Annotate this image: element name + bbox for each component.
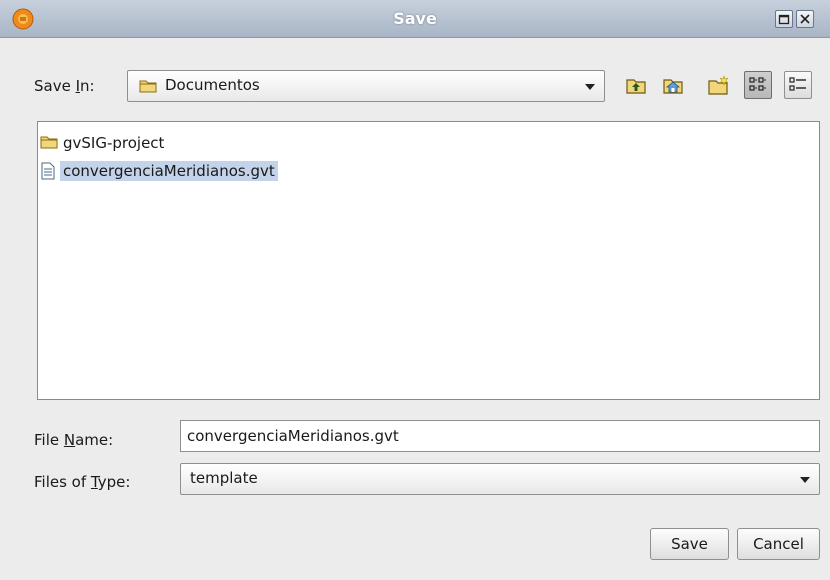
maximize-button[interactable] [775,10,793,28]
title-bar: Save [0,0,830,38]
cancel-button[interactable]: Cancel [737,528,820,560]
maximize-icon [778,14,790,25]
file-name-label: File Name: [34,431,114,449]
window-title: Save [393,9,437,28]
home-button[interactable] [659,71,687,99]
chevron-down-icon [800,477,810,483]
file-list[interactable]: gvSIG-project convergenciaMeridianos.gvt [37,121,820,400]
file-name-field[interactable] [180,420,820,452]
current-folder: Documentos [165,76,260,94]
new-folder-button[interactable] [704,71,732,99]
list-view-button[interactable] [744,71,772,99]
file-name-input[interactable] [187,427,807,445]
details-view-button[interactable] [784,71,812,99]
folder-icon [40,136,58,149]
close-button[interactable] [796,10,814,28]
folder-icon [139,80,157,93]
file-name: gvSIG-project [63,134,165,152]
file-type-label: Files of Type: [34,473,131,491]
save-in-label: Save In: [34,77,95,95]
document-icon [41,162,55,180]
details-view-icon [789,77,806,91]
new-folder-icon [708,75,729,95]
save-in-dropdown[interactable]: Documentos [127,70,605,102]
close-icon [800,14,810,24]
file-type-dropdown[interactable]: template [180,463,820,495]
chevron-down-icon [585,84,595,90]
home-icon [663,79,683,94]
up-one-level-button[interactable] [622,71,650,99]
save-button[interactable]: Save [650,528,729,560]
file-name: convergenciaMeridianos.gvt [60,161,278,181]
up-one-level-icon [626,79,646,94]
list-view-icon [749,77,766,91]
file-type-value: template [190,469,258,487]
